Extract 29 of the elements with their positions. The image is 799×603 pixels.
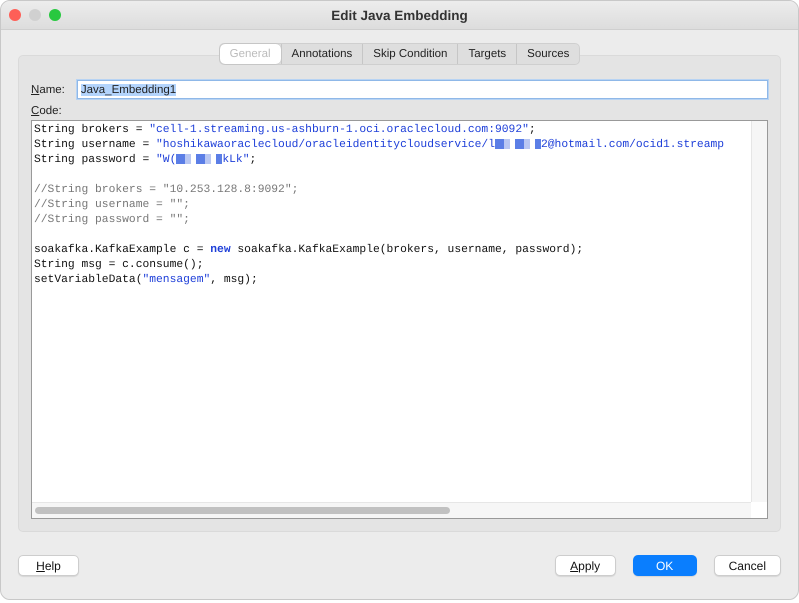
code-line: //String password = ""; — [34, 213, 191, 228]
zoom-icon[interactable] — [49, 9, 61, 21]
code-line: String msg = c.consume(); — [34, 258, 204, 273]
code-line: soakafka.KafkaExample c = new soakafka.KafkaExample(brokers, username, password); — [34, 243, 584, 258]
dialog-button[interactable]: OK — [632, 555, 697, 576]
tab[interactable]: Targets — [457, 44, 516, 64]
code-line: String password = "W( kLk"; — [34, 153, 258, 168]
code-line: String brokers = "cell-1.streaming.us-ashburn-1.oci.oraclecloud.com:9092"; — [34, 123, 537, 138]
code-editor[interactable] — [31, 120, 768, 519]
name-field[interactable]: Java_Embedding1 — [76, 80, 768, 99]
code-line: //String brokers = "10.253.128.8:9092"; — [34, 183, 300, 198]
scrollbar-thumb[interactable] — [35, 507, 450, 514]
name-label: Name: — [31, 84, 65, 96]
redacted-block — [495, 139, 541, 150]
code-line: //String username = ""; — [34, 198, 191, 213]
tab[interactable]: Skip Condition — [362, 44, 458, 64]
window-title: Edit Java Embedding — [331, 8, 468, 22]
vertical-scrollbar[interactable] — [751, 121, 767, 502]
tab[interactable]: Annotations — [280, 44, 362, 64]
horizontal-scrollbar[interactable] — [32, 502, 751, 518]
close-icon[interactable] — [9, 9, 21, 21]
code-label: Code: — [31, 105, 62, 117]
dialog-button[interactable]: Apply — [554, 555, 616, 576]
redacted-block — [176, 154, 222, 164]
dialog-button[interactable]: Cancel — [714, 555, 781, 576]
code-line: setVariableData("mensagem", msg); — [34, 273, 259, 288]
code-line: String username = "hoshikawaoraclecloud/oracleidentitycloudservice/l 2@hotmail.com/ocid1.streamp — [34, 138, 726, 153]
dialog-button[interactable]: Help — [18, 555, 79, 576]
minimize-icon — [29, 9, 41, 21]
